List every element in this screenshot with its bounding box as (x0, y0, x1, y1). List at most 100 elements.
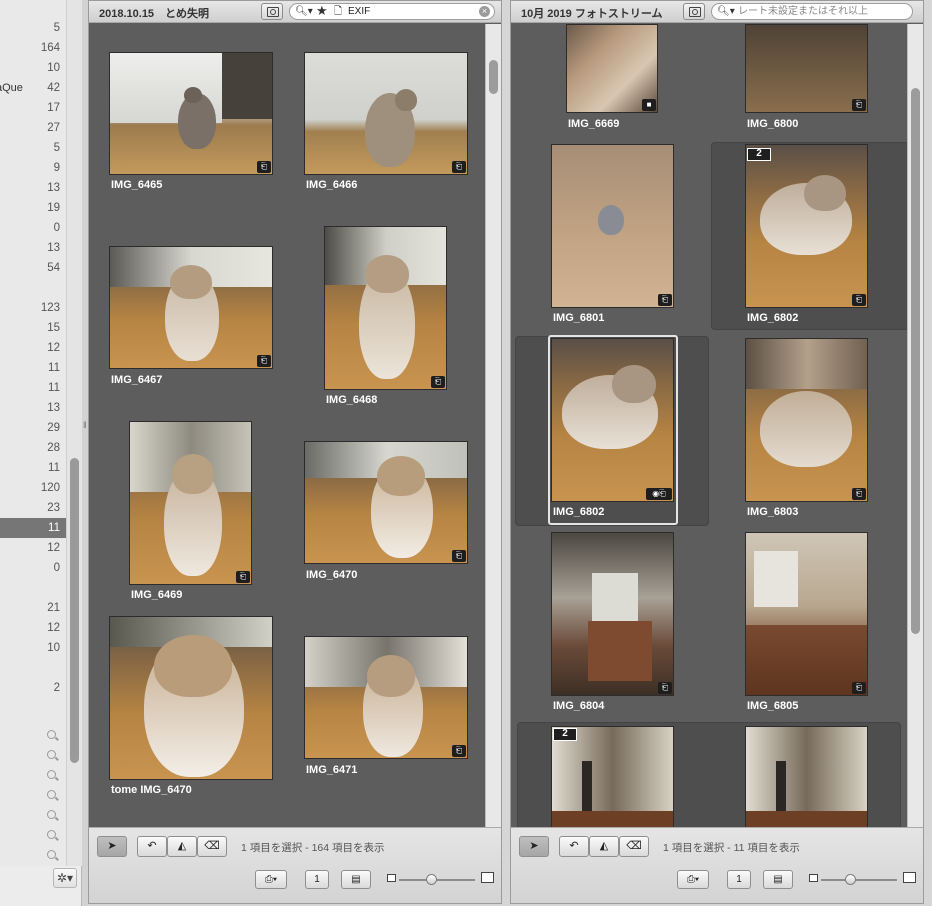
left-scroll-thumb[interactable] (489, 60, 498, 94)
sidebar-count[interactable]: 23 (0, 498, 66, 518)
filmstrip-icon[interactable]: ▤ (763, 870, 793, 889)
photo-thumbnail[interactable]: ⎗ (109, 246, 273, 369)
adjusted-badge-icon: ⎗ (658, 682, 672, 694)
sidebar-count[interactable]: 15 (0, 318, 66, 338)
photo-thumbnail[interactable] (745, 726, 868, 827)
sidebar-count[interactable]: 0 (0, 218, 66, 238)
photo-thumbnail[interactable]: ⎗ (304, 441, 468, 564)
rotate-icon[interactable]: ↶ (137, 836, 167, 857)
smart-album-search-icon[interactable] (47, 770, 56, 779)
sidebar-count[interactable]: 0 (0, 558, 66, 578)
right-scroll-thumb[interactable] (911, 88, 920, 634)
clear-search-icon[interactable]: × (479, 6, 490, 17)
zoom-slider[interactable] (821, 879, 897, 881)
sidebar-count[interactable] (0, 0, 66, 18)
sidebar-scrollbar[interactable] (66, 0, 82, 866)
sidebar-count[interactable]: 13 (0, 398, 66, 418)
zoom-slider[interactable] (399, 879, 475, 881)
photo-thumbnail[interactable]: ⎗ (551, 532, 674, 696)
photo-thumbnail[interactable]: ⎗ (551, 144, 674, 308)
smart-album-search-icon[interactable] (47, 730, 56, 739)
rotate-icon[interactable]: ↶ (559, 836, 589, 857)
sidebar-count[interactable] (0, 278, 66, 298)
adjusted-badge-icon: ⎗ (452, 161, 466, 173)
smart-album-search-icon[interactable] (47, 790, 56, 799)
sidebar-count[interactable]: 12 (0, 338, 66, 358)
viewer-icon[interactable] (683, 3, 705, 20)
adjusted-badge-icon: ⎗ (852, 488, 866, 500)
pointer-tool-icon[interactable]: ➤ (519, 836, 549, 857)
magnifier-icon[interactable]: 🔍︎▾ (295, 4, 313, 19)
sidebar-count[interactable]: 9 (0, 158, 66, 178)
sidebar-count[interactable]: 11 (0, 518, 66, 538)
sidebar-count[interactable]: 10 (0, 638, 66, 658)
sidebar-count[interactable]: 21 (0, 598, 66, 618)
sidebar-count[interactable]: 12 (0, 618, 66, 638)
photo-thumbnail[interactable]: ⎗ (129, 421, 252, 585)
photo-thumbnail[interactable]: ⎗ (109, 52, 273, 175)
sidebar-count[interactable]: 5 (0, 138, 66, 158)
photo-thumbnail[interactable]: ◉⎗ (551, 338, 674, 502)
smart-album-search-icon[interactable] (47, 830, 56, 839)
photo-thumbnail[interactable]: ⎗ (304, 52, 468, 175)
sidebar-count[interactable]: 19 (0, 198, 66, 218)
straighten-icon[interactable]: ◭ (589, 836, 619, 857)
photo-thumbnail[interactable]: ⎗ (745, 24, 868, 113)
sidebar-count[interactable]: 11 (0, 458, 66, 478)
photo-thumbnail[interactable] (551, 726, 674, 827)
photo-thumbnail[interactable] (109, 616, 273, 780)
sidebar-count[interactable] (0, 578, 66, 598)
sidebar-count[interactable]: 13 (0, 238, 66, 258)
sidebar-count[interactable] (0, 658, 66, 678)
pointer-tool-icon[interactable]: ➤ (97, 836, 127, 857)
sidebar-count[interactable]: 5 (0, 18, 66, 38)
viewer-icon[interactable] (261, 3, 283, 20)
smart-album-search-icon[interactable] (47, 810, 56, 819)
stamp-icon[interactable]: ⎙▾ (255, 870, 287, 889)
sidebar-count[interactable]: 120 (0, 478, 66, 498)
photo-thumbnail[interactable]: ⎗ (745, 532, 868, 696)
photo-thumbnail[interactable]: ⎗ (324, 226, 447, 390)
sidebar-scroll-thumb[interactable] (70, 458, 79, 763)
straighten-icon[interactable]: ◭ (167, 836, 197, 857)
filmstrip-icon[interactable]: ▤ (341, 870, 371, 889)
sidebar-count[interactable]: 42 (0, 78, 66, 98)
right-photo-grid: ■ IMG_6669 ⎗ IMG_6800 ⎗ IMG_6801 ⎗ 2 IMG… (511, 24, 907, 827)
magnifier-icon[interactable]: 🔍︎▾ (717, 4, 735, 19)
retouch-icon[interactable]: ⌫ (197, 836, 227, 857)
star-icon[interactable]: ★ (316, 4, 328, 18)
zoom-slider-knob[interactable] (844, 874, 856, 885)
right-scrollbar[interactable] (907, 24, 923, 827)
sidebar-count[interactable]: 28 (0, 438, 66, 458)
sidebar-count[interactable]: 164 (0, 38, 66, 58)
sidebar-count[interactable]: 123 (0, 298, 66, 318)
sidebar-count[interactable]: 27 (0, 118, 66, 138)
sidebar-count[interactable]: 11 (0, 378, 66, 398)
smart-album-search-icon[interactable] (47, 750, 56, 759)
sidebar-count[interactable]: 54 (0, 258, 66, 278)
right-browser-panel: 10月 2019 フォトストリーム 🔍︎▾ レート未設定またはそれ以上 ■ IM… (510, 0, 924, 904)
stack-count-badge[interactable]: 2 (553, 728, 577, 741)
photo-thumbnail[interactable]: ⎗ (304, 636, 468, 759)
single-view-button[interactable]: 1 (727, 870, 751, 889)
sidebar-count[interactable]: 17 (0, 98, 66, 118)
left-scrollbar[interactable] (485, 24, 501, 827)
sidebar-count[interactable]: 13 (0, 178, 66, 198)
sidebar-count[interactable]: 2 (0, 678, 66, 698)
sidebar-count[interactable]: 11 (0, 358, 66, 378)
photo-thumbnail[interactable]: ■ (566, 24, 658, 113)
photo-thumbnail[interactable]: ⎗ (745, 338, 868, 502)
retouch-icon[interactable]: ⌫ (619, 836, 649, 857)
stack-count-badge[interactable]: 2 (747, 148, 771, 161)
sidebar-count[interactable]: 29 (0, 418, 66, 438)
photo-thumbnail[interactable]: ⎗ (745, 144, 868, 308)
zoom-slider-knob[interactable] (425, 874, 437, 885)
right-search-field[interactable]: 🔍︎▾ レート未設定またはそれ以上 (711, 3, 913, 20)
stamp-icon[interactable]: ⎙▾ (677, 870, 709, 889)
sidebar-count[interactable]: 12 (0, 538, 66, 558)
single-view-button[interactable]: 1 (305, 870, 329, 889)
gear-icon[interactable]: ✲▾ (53, 868, 77, 888)
left-search-field[interactable]: 🔍︎▾ ★ 🗋 EXIF × (289, 3, 495, 20)
smart-album-search-icon[interactable] (47, 850, 56, 859)
sidebar-count[interactable]: 10 (0, 58, 66, 78)
